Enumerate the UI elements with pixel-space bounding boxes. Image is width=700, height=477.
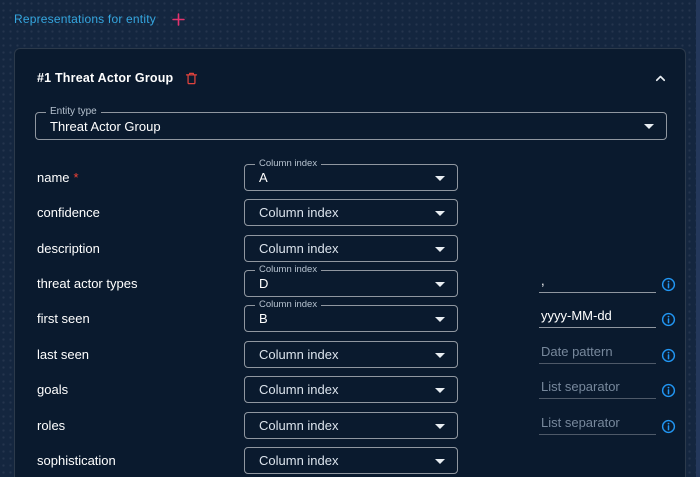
info-button[interactable] [660, 382, 676, 398]
select-value: Column index [259, 448, 339, 473]
column-index-select[interactable]: Column index [244, 412, 458, 439]
field-row-roles: roles Column index [15, 412, 687, 439]
scrollbar[interactable] [696, 0, 700, 477]
representation-card: #1 Threat Actor Group Entity type Threat… [14, 48, 686, 477]
field-label: confidence [37, 199, 100, 226]
column-index-select[interactable]: Column index D [244, 270, 458, 297]
representations-header: Representations for entity [14, 10, 188, 28]
list-separator-input[interactable] [539, 377, 656, 399]
info-circle-icon [661, 383, 676, 398]
arrow-dropdown-icon [644, 124, 654, 129]
info-button[interactable] [660, 418, 676, 434]
arrow-dropdown-icon [435, 459, 445, 464]
list-separator-input[interactable] [539, 271, 656, 293]
delete-representation-button[interactable] [183, 70, 199, 86]
field-row-confidence: confidence Column index [15, 199, 687, 226]
select-value: Column index [259, 413, 339, 438]
representation-title: #1 Threat Actor Group [37, 71, 173, 85]
arrow-dropdown-icon [435, 424, 445, 429]
entity-type-select[interactable]: Entity type Threat Actor Group [35, 112, 667, 140]
info-button[interactable] [660, 347, 676, 363]
column-index-select[interactable]: Column index [244, 376, 458, 403]
field-row-description: description Column index [15, 235, 687, 262]
arrow-dropdown-icon [435, 388, 445, 393]
representation-card-header: #1 Threat Actor Group [37, 69, 669, 87]
trash-icon [184, 70, 199, 86]
field-row-name: name * Column index A [15, 164, 687, 191]
info-button[interactable] [660, 311, 676, 327]
representations-link[interactable]: Representations for entity [14, 12, 156, 26]
select-value: D [259, 271, 268, 296]
select-value: Column index [259, 342, 339, 367]
field-row-threat-actor-types: threat actor types Column index D [15, 270, 687, 297]
collapse-button[interactable] [651, 69, 669, 87]
info-circle-icon [661, 348, 676, 363]
field-row-first-seen: first seen Column index B [15, 305, 687, 332]
field-label: description [37, 235, 100, 262]
arrow-dropdown-icon [435, 247, 445, 252]
arrow-dropdown-icon [435, 353, 445, 358]
column-index-select[interactable]: Column index [244, 235, 458, 262]
list-separator-input[interactable] [539, 413, 656, 435]
field-label: last seen [37, 341, 89, 368]
select-value: Column index [259, 236, 339, 261]
info-button[interactable] [660, 276, 676, 292]
chevron-up-icon [653, 71, 668, 86]
info-circle-icon [661, 277, 676, 292]
field-label: goals [37, 376, 68, 403]
arrow-dropdown-icon [435, 282, 445, 287]
column-index-select[interactable]: Column index [244, 341, 458, 368]
entity-type-value: Threat Actor Group [50, 113, 161, 139]
column-index-select[interactable]: Column index B [244, 305, 458, 332]
info-circle-icon [661, 312, 676, 327]
column-index-select[interactable]: Column index A [244, 164, 458, 191]
column-index-select[interactable]: Column index [244, 447, 458, 474]
select-value: Column index [259, 200, 339, 225]
arrow-dropdown-icon [435, 176, 445, 181]
select-value: Column index [259, 377, 339, 402]
arrow-dropdown-icon [435, 211, 445, 216]
required-asterisk: * [74, 170, 79, 185]
field-label: first seen [37, 305, 90, 332]
arrow-dropdown-icon [435, 317, 445, 322]
field-row-sophistication: sophistication Column index [15, 447, 687, 474]
field-label: roles [37, 412, 65, 439]
plus-icon [171, 12, 186, 27]
date-pattern-input[interactable] [539, 306, 656, 328]
field-row-last-seen: last seen Column index [15, 341, 687, 368]
date-pattern-input[interactable] [539, 342, 656, 364]
select-value: A [259, 165, 268, 190]
column-index-select[interactable]: Column index [244, 199, 458, 226]
field-label: name [37, 170, 70, 185]
add-representation-button[interactable] [170, 10, 188, 28]
field-row-goals: goals Column index [15, 376, 687, 403]
field-label: threat actor types [37, 270, 137, 297]
info-circle-icon [661, 419, 676, 434]
field-label: sophistication [37, 447, 116, 474]
select-value: B [259, 306, 268, 331]
